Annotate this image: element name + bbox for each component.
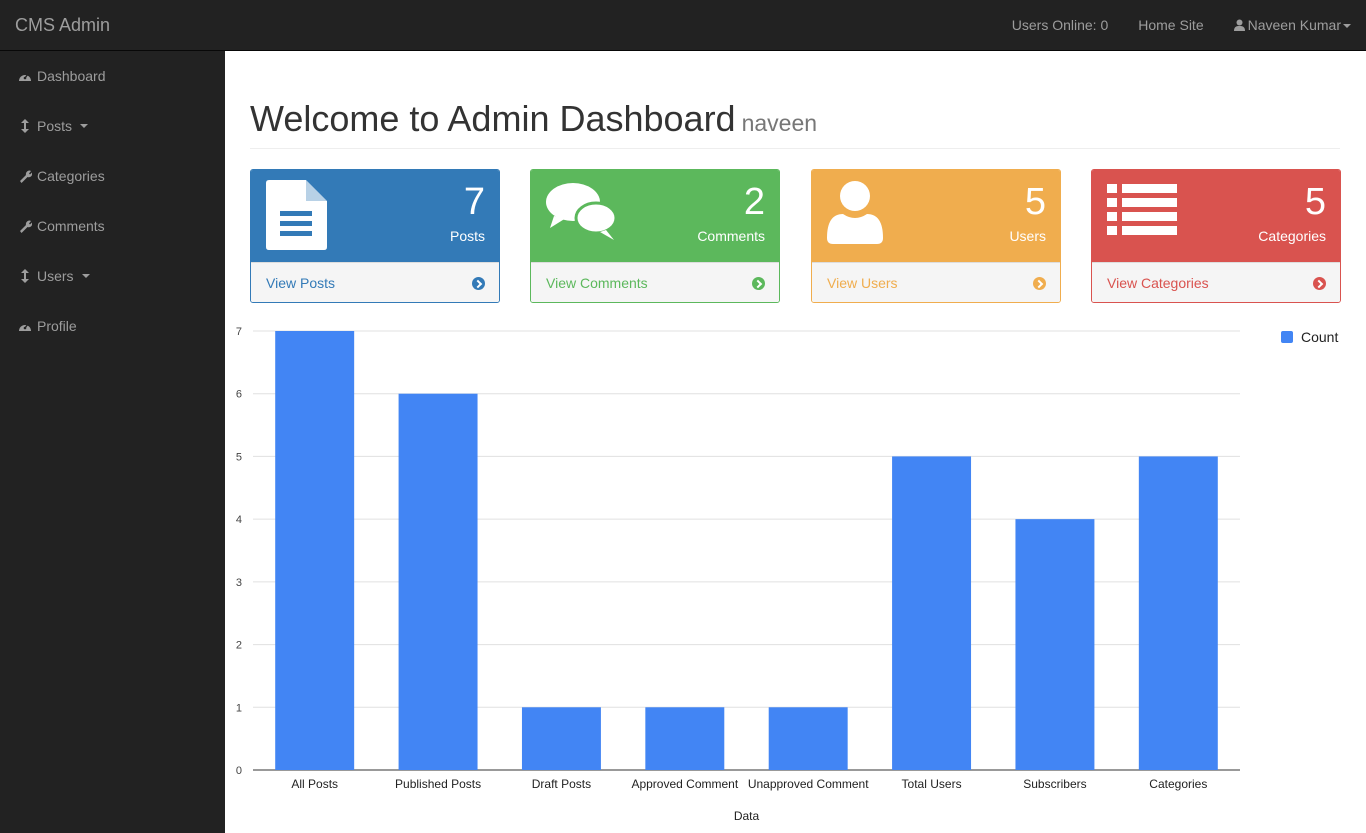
view-categories-text: View Categories — [1107, 275, 1209, 291]
arrow-circle-right-icon — [1033, 276, 1046, 290]
x-tick-label: All Posts — [291, 777, 338, 791]
top-nav-links: Users Online: 0 Home Site Naveen Kumar — [1012, 17, 1351, 33]
x-tick-label: Approved Comment — [631, 777, 738, 791]
sidebar-item-comments[interactable]: Comments — [0, 201, 225, 251]
bar — [768, 707, 848, 770]
y-tick-label: 6 — [236, 389, 242, 401]
y-tick-label: 4 — [236, 514, 242, 526]
bar — [398, 393, 478, 770]
chart-legend: Count — [1281, 329, 1338, 345]
posts-panel-heading: 7 Posts — [251, 170, 499, 262]
posts-label: Posts — [449, 228, 485, 244]
wrench-icon — [17, 170, 33, 183]
arrow-circle-right-icon — [752, 276, 765, 290]
bar — [645, 707, 725, 770]
comments-panel-heading: 2 Comments — [531, 170, 779, 262]
sidebar-item-label: Dashboard — [37, 68, 106, 84]
sidebar-item-label: Comments — [37, 218, 105, 234]
chevron-down-icon — [81, 274, 90, 278]
chevron-down-icon — [80, 124, 89, 128]
bar-chart-svg: 0 1 2 3 4 5 6 7 All Posts Published Posts Draft Po… — [236, 326, 1240, 823]
user-icon — [1233, 19, 1245, 31]
x-tick-label: Published Posts — [395, 777, 481, 791]
home-site-link[interactable]: Home Site — [1138, 17, 1203, 33]
page-title-text: Welcome to Admin Dashboard — [250, 98, 736, 139]
users-panel: 5 Users View Users — [811, 169, 1061, 303]
comments-panel: 2 Comments View Comments — [530, 169, 780, 303]
bar-chart: 0 1 2 3 4 5 6 7 All Posts Published Posts Draft Po… — [225, 321, 1366, 833]
users-label: Users — [1009, 228, 1046, 244]
top-navbar: CMS Admin Users Online: 0 Home Site Nave… — [0, 0, 1366, 51]
categories-panel-heading: 5 Categories — [1092, 170, 1340, 262]
x-tick-label: Unapproved Comment — [748, 777, 869, 791]
x-axis-title: Data — [734, 809, 760, 823]
sidebar: Dashboard Posts Categories Comments User… — [0, 51, 225, 833]
arrow-circle-right-icon — [1313, 276, 1326, 290]
sidebar-item-label: Posts — [37, 118, 73, 134]
x-tick-label: Draft Posts — [532, 777, 591, 791]
bar — [521, 707, 601, 770]
page-header: Welcome to Admin Dashboard naveen — [250, 99, 1340, 149]
brand-link[interactable]: CMS Admin — [15, 15, 110, 36]
page-subtitle: naveen — [741, 110, 818, 136]
y-tick-label: 3 — [236, 577, 242, 589]
bar — [1138, 456, 1218, 770]
posts-panel: 7 Posts View Posts — [250, 169, 500, 303]
y-tick-label: 0 — [236, 765, 242, 777]
sidebar-item-label: Categories — [37, 168, 105, 184]
main-content: Welcome to Admin Dashboard naveen 7 Posts… — [225, 51, 1366, 833]
sidebar-item-dashboard[interactable]: Dashboard — [0, 51, 225, 101]
chevron-down-icon — [1343, 24, 1351, 29]
bar — [892, 456, 972, 770]
list-icon — [1107, 180, 1177, 243]
x-tick-label: Subscribers — [1023, 777, 1086, 791]
sidebar-item-users[interactable]: Users — [0, 251, 225, 301]
categories-count: 5 — [1304, 181, 1326, 223]
users-panel-heading: 5 Users — [812, 170, 1060, 262]
comments-icon — [546, 180, 618, 249]
sidebar-item-label: Profile — [37, 318, 77, 334]
arrows-v-icon — [17, 119, 33, 133]
y-tick-label: 1 — [236, 702, 242, 714]
legend-swatch — [1281, 331, 1293, 343]
dashboard-icon — [17, 320, 33, 332]
sidebar-item-profile[interactable]: Profile — [0, 301, 225, 351]
posts-count: 7 — [463, 181, 485, 223]
y-tick-label: 7 — [236, 326, 242, 338]
y-tick-label: 2 — [236, 640, 242, 652]
x-tick-label: Categories — [1149, 777, 1207, 791]
user-menu-dropdown[interactable]: Naveen Kumar — [1233, 17, 1351, 33]
categories-label: Categories — [1258, 228, 1326, 244]
view-comments-link[interactable]: View Comments — [531, 262, 779, 302]
users-count: 5 — [1024, 181, 1046, 223]
dashboard-icon — [17, 70, 33, 82]
arrows-v-icon — [17, 269, 33, 283]
page-title: Welcome to Admin Dashboard naveen — [250, 99, 1340, 143]
view-users-link[interactable]: View Users — [812, 262, 1060, 302]
bar — [275, 331, 355, 770]
categories-panel: 5 Categories View Categories — [1091, 169, 1341, 303]
comments-count: 2 — [743, 181, 765, 223]
arrow-circle-right-icon — [472, 276, 485, 290]
view-categories-link[interactable]: View Categories — [1092, 262, 1340, 302]
x-tick-label: Total Users — [902, 777, 962, 791]
legend-label: Count — [1301, 329, 1339, 345]
user-name: Naveen Kumar — [1247, 17, 1341, 33]
view-posts-link[interactable]: View Posts — [251, 262, 499, 302]
user-icon — [827, 180, 883, 249]
sidebar-item-posts[interactable]: Posts — [0, 101, 225, 151]
sidebar-item-categories[interactable]: Categories — [0, 151, 225, 201]
users-online-status: Users Online: 0 — [1011, 17, 1109, 33]
wrench-icon — [17, 220, 33, 233]
view-comments-text: View Comments — [546, 275, 648, 291]
file-text-icon — [266, 180, 327, 255]
view-users-text: View Users — [827, 275, 898, 291]
comments-label: Comments — [697, 228, 765, 244]
y-tick-label: 5 — [236, 451, 242, 463]
bar — [1015, 519, 1095, 770]
view-posts-text: View Posts — [266, 275, 335, 291]
sidebar-item-label: Users — [37, 268, 74, 284]
